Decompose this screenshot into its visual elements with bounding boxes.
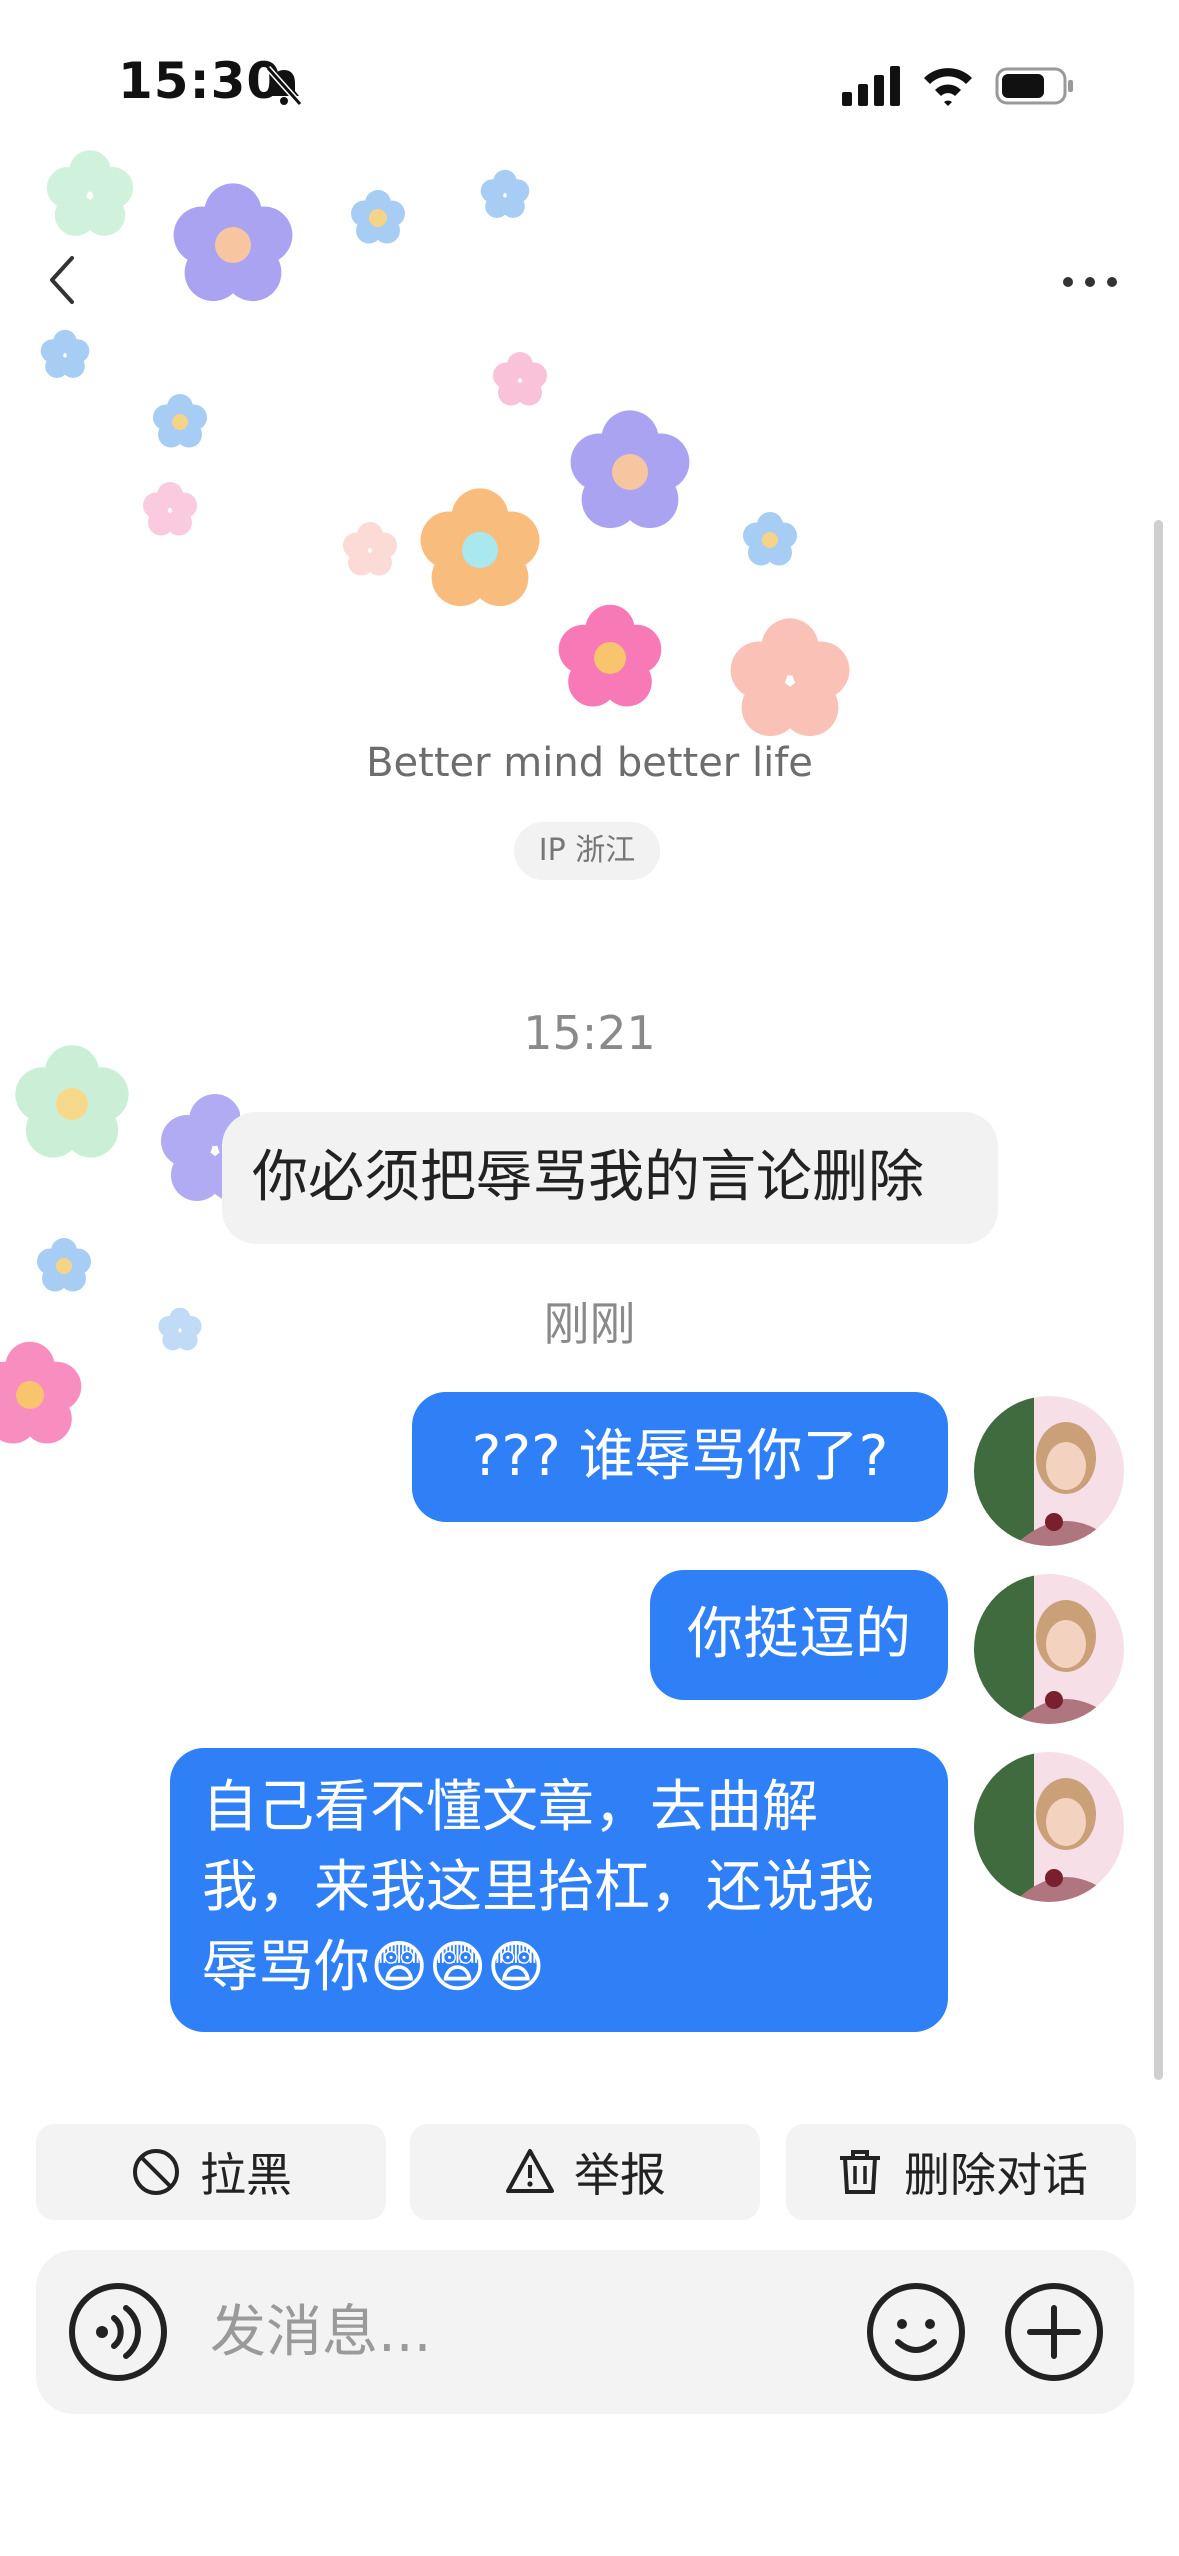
message-input[interactable] [210, 2290, 830, 2374]
smiley-icon[interactable] [866, 2282, 966, 2382]
avatar-photo [974, 1752, 1124, 1902]
battery-icon [995, 67, 1073, 105]
voice-icon[interactable] [68, 2282, 168, 2382]
report-button[interactable]: 举报 [410, 2124, 760, 2220]
flower-background [40, 150, 850, 737]
incoming-message-bubble[interactable]: 你必须把辱骂我的言论删除 [222, 1112, 998, 1244]
avatar-photo [974, 1574, 1124, 1724]
avatar[interactable] [974, 1752, 1124, 1902]
warning-icon [506, 2149, 554, 2193]
message-timestamp: 15:21 [523, 1006, 656, 1060]
block-icon [133, 2149, 179, 2195]
avatar[interactable] [974, 1396, 1124, 1546]
trash-icon [840, 2150, 880, 2194]
message-timestamp: 刚刚 [543, 1297, 636, 1351]
outgoing-message-bubble[interactable]: 自己看不懂文章，去曲解 我，来我这里抬杠，还说我 辱骂你😨😨😨 [170, 1748, 948, 2032]
profile-bio: Better mind better life [366, 740, 813, 786]
ip-location-badge: IP 浙江 [514, 822, 660, 880]
delete-conversation-button[interactable]: 删除对话 [786, 2124, 1136, 2220]
message-line: 我，来我这里抬杠，还说我 [202, 1855, 874, 1920]
avatar[interactable] [974, 1574, 1124, 1724]
block-button[interactable]: 拉黑 [36, 2124, 386, 2220]
report-label: 举报 [574, 2148, 666, 2202]
outgoing-message-bubble[interactable]: ??? 谁辱骂你了? [412, 1392, 948, 1522]
block-label: 拉黑 [200, 2148, 292, 2202]
message-line: 自己看不懂文章，去曲解 [202, 1775, 818, 1840]
message-line: 辱骂你😨😨😨 [202, 1928, 916, 2008]
more-dots-icon[interactable] [1060, 262, 1120, 302]
emoji: 😨😨😨 [370, 1935, 546, 2000]
plus-icon[interactable] [1004, 2282, 1104, 2382]
avatar-photo [974, 1396, 1124, 1546]
flower-side-decoration [0, 1045, 240, 1444]
delete-conversation-label: 删除对话 [904, 2148, 1088, 2202]
outgoing-message-bubble[interactable]: 你挺逗的 [650, 1570, 948, 1700]
wifi-icon [924, 68, 972, 106]
message-text: 辱骂你 [202, 1935, 370, 2000]
